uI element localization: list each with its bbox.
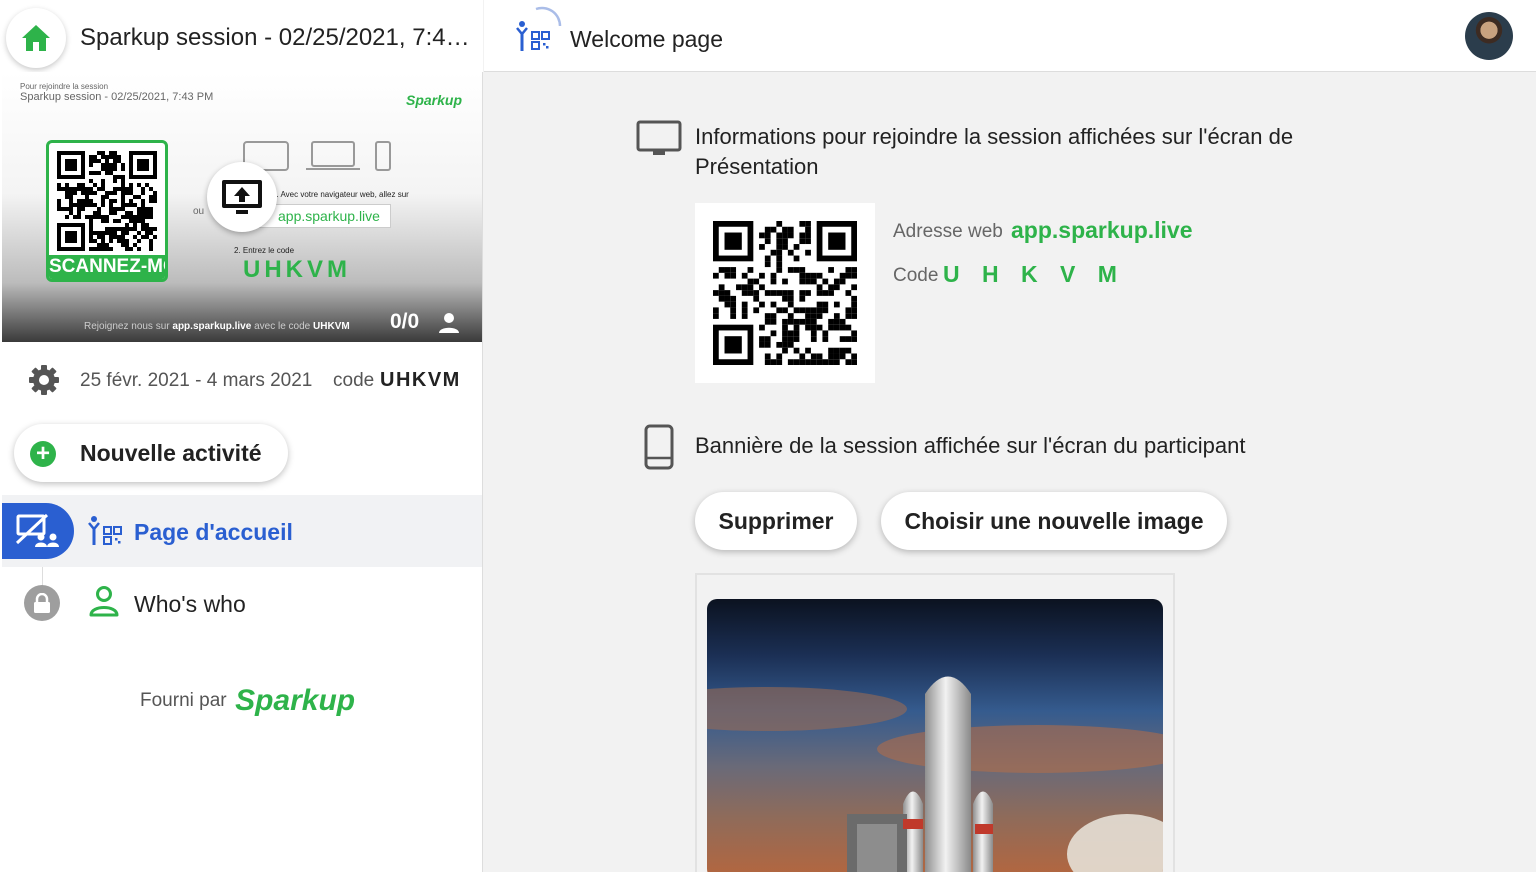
devices-icon	[243, 141, 391, 171]
section-join-info-text: Informations pour rejoindre la session a…	[695, 124, 1294, 179]
code-label-main: Code	[893, 265, 939, 286]
cast-icon	[222, 180, 262, 214]
web-address-value: app.sparkup.live	[1011, 217, 1193, 243]
session-info-row: 25 févr. 2021 - 4 mars 2021 code UHKVM	[0, 342, 483, 416]
activity-label-whos-who: Who's who	[134, 591, 246, 617]
code-value-main: U H K V M	[943, 261, 1125, 287]
preview-logo: Sparkup	[406, 92, 463, 108]
session-title: Sparkup session - 02/25/2021, 7:43 PM	[80, 24, 470, 51]
left-header: Sparkup session - 02/25/2021, 7:43 PM	[0, 0, 483, 72]
lock-button[interactable]	[24, 585, 60, 621]
date-range: 25 févr. 2021 - 4 mars 2021	[80, 370, 313, 391]
activity-item-welcome[interactable]: Page d'accueil	[2, 495, 482, 567]
preview-session-text: Sparkup session - 02/25/2021, 7:43 PM	[20, 91, 214, 103]
preview-qr-box: SCANNEZ-MOI	[46, 140, 168, 282]
web-address-label: Adresse web	[893, 221, 1003, 242]
delete-button[interactable]: Supprimer	[695, 492, 857, 550]
right-header: Welcome page	[484, 0, 1536, 72]
home-button[interactable]	[6, 8, 66, 68]
activity-label-welcome: Page d'accueil	[134, 519, 293, 545]
preview-join-text: Pour rejoindre la session	[20, 82, 109, 91]
preview-url-box: app.sparkup.live	[257, 204, 391, 228]
bottom-prefix: Rejoignez nous sur	[84, 321, 170, 332]
preview-scan-text: SCANNEZ-MOI	[49, 255, 165, 279]
new-activity-button[interactable]: + Nouvelle activité	[14, 424, 288, 482]
participant-count: 0/0	[390, 310, 420, 333]
session-preview[interactable]: Pour rejoindre la session Sparkup sessio…	[2, 72, 482, 342]
powered-by-text: Fourni par	[140, 690, 227, 711]
bottom-url: app.sparkup.live	[172, 321, 252, 332]
preview-browser-text: 1. Avec votre navigateur web, allez sur	[272, 190, 409, 199]
qr-code	[713, 221, 857, 365]
activity-badge-icon	[15, 513, 59, 547]
page-title: Welcome page	[570, 26, 723, 52]
preview-or-text: ou	[193, 206, 205, 217]
user-outline-icon	[89, 586, 119, 617]
preview-qr-code	[57, 151, 157, 251]
home-icon	[22, 25, 50, 51]
gear-icon[interactable]	[28, 364, 60, 396]
lock-icon	[34, 593, 50, 613]
bottom-mid: avec le code	[254, 321, 311, 332]
person-icon	[439, 313, 459, 333]
code-value: UHKVM	[380, 369, 461, 391]
avatar[interactable]	[1465, 12, 1513, 60]
welcome-qr-icon	[88, 516, 122, 545]
activity-badge[interactable]	[2, 503, 74, 559]
cast-button[interactable]	[207, 162, 277, 232]
powered-by-logo: Sparkup	[235, 684, 356, 717]
activity-item-whos-who[interactable]: Who's who	[2, 567, 482, 639]
monitor-icon	[636, 120, 682, 155]
left-panel: Sparkup session - 02/25/2021, 7:43 PM Po…	[0, 0, 483, 872]
preview-bottom-text: Rejoignez nous sur app.sparkup.live avec…	[84, 321, 350, 332]
welcome-qr-icon	[516, 6, 562, 51]
preview-code: UHKVM	[243, 256, 351, 283]
rocket-illustration	[707, 676, 1163, 872]
new-activity-label: Nouvelle activité	[80, 440, 262, 466]
banner-frame	[695, 573, 1175, 872]
qr-code-card	[695, 203, 875, 383]
preview-enter-code-text: 2. Entrez le code	[234, 246, 295, 255]
code-label: code	[333, 370, 375, 391]
choose-image-button[interactable]: Choisir une nouvelle image	[881, 492, 1227, 550]
plus-icon: +	[30, 441, 56, 467]
banner-image	[707, 599, 1163, 872]
bottom-code: UHKVM	[313, 321, 350, 332]
phone-icon	[644, 424, 674, 470]
powered-by: Fourni par Sparkup	[140, 684, 470, 718]
section-banner-text: Bannière de la session affichée sur l'éc…	[695, 433, 1246, 458]
